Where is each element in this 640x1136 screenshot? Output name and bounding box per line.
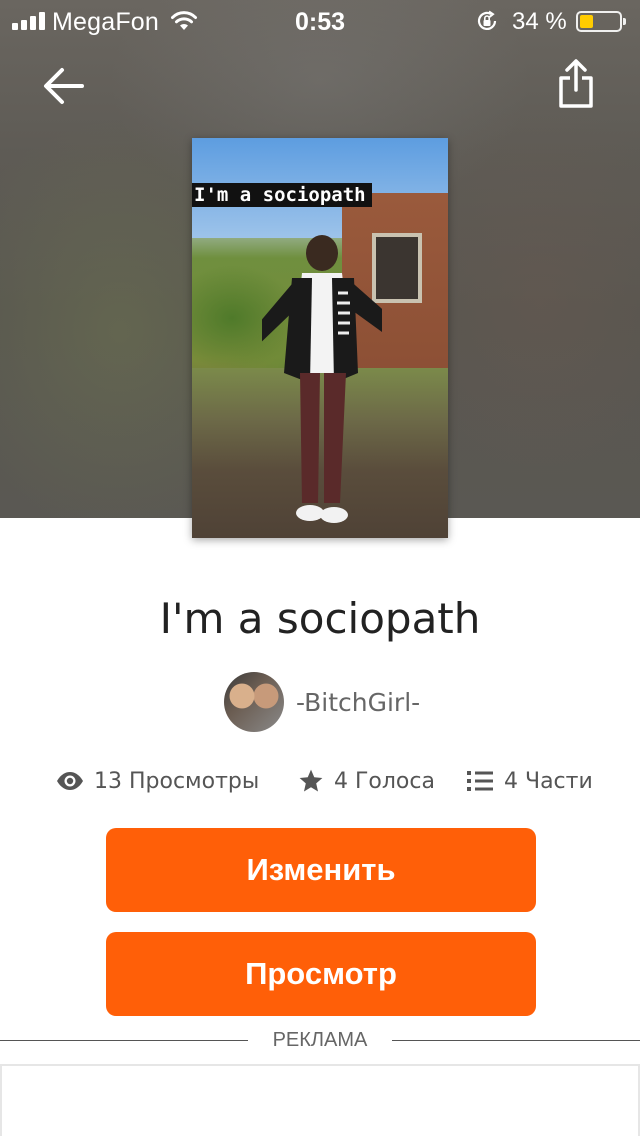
battery-percent: 34 %: [512, 8, 567, 35]
status-bar: MegaFon 0:53 34 %: [0, 0, 640, 40]
arrow-left-icon: [44, 68, 84, 104]
edit-button[interactable]: Изменить: [106, 828, 536, 912]
author-name[interactable]: -BitchGirl-: [296, 688, 420, 717]
battery-icon: [576, 11, 626, 32]
cover-figure: [262, 235, 382, 523]
share-button[interactable]: [550, 56, 602, 112]
ad-container[interactable]: [0, 1064, 640, 1136]
stat-parts-label: 4 Части: [504, 768, 593, 794]
share-icon: [559, 59, 593, 108]
preview-button[interactable]: Просмотр: [106, 932, 536, 1016]
back-button[interactable]: [38, 60, 90, 112]
ad-divider: РЕКЛАМА: [0, 1028, 640, 1052]
stat-votes: 4 Голоса: [298, 762, 435, 800]
story-stats: 13 Просмотры 4 Голоса 4 Части: [0, 762, 640, 800]
list-icon: [467, 771, 493, 791]
story-title: I'm a sociopath: [159, 594, 481, 643]
author-link[interactable]: -BitchGirl-: [224, 672, 420, 732]
stat-votes-label: 4 Голоса: [334, 768, 435, 794]
cover-title-text: I'm a sociopath: [192, 183, 372, 207]
battery-level: [580, 15, 593, 28]
stat-views-label: 13 Просмотры: [94, 768, 260, 794]
star-icon: [299, 769, 323, 792]
story-cover[interactable]: I'm a sociopath: [192, 138, 448, 538]
ad-label: РЕКЛАМА: [272, 1029, 368, 1051]
stat-views: 13 Просмотры: [56, 762, 259, 800]
rotation-lock-icon: [477, 10, 497, 30]
stat-parts: 4 Части: [466, 762, 593, 800]
avatar[interactable]: [224, 672, 284, 732]
eye-icon: [57, 772, 83, 790]
